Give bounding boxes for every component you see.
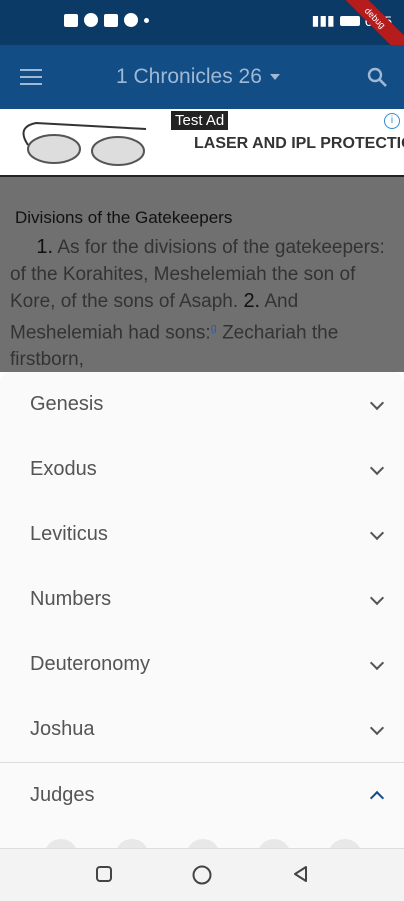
notification-circle-icon xyxy=(124,13,138,27)
whatsapp-icon xyxy=(84,13,98,27)
chevron-down-icon xyxy=(369,590,385,605)
square-icon[interactable] xyxy=(94,864,114,884)
book-selector-sheet: Genesis Exodus Leviticus Numbers Deutero… xyxy=(0,372,404,852)
page-title: 1 Chronicles 26 xyxy=(116,65,262,88)
book-row-leviticus[interactable]: Leviticus xyxy=(0,502,404,567)
book-label: Leviticus xyxy=(30,523,108,545)
verse-number: 2. xyxy=(243,290,261,312)
book-row-genesis[interactable]: Genesis xyxy=(0,372,404,437)
goggles-image xyxy=(22,121,147,166)
ad-label: Test Ad xyxy=(171,111,229,130)
chevron-down-icon xyxy=(369,720,385,735)
more-notifications-icon xyxy=(144,17,149,23)
message-icon xyxy=(64,13,78,27)
book-label: Judges xyxy=(30,784,95,806)
book-row-numbers[interactable]: Numbers xyxy=(0,567,404,632)
book-row-exodus[interactable]: Exodus xyxy=(0,437,404,502)
book-label: Numbers xyxy=(30,588,112,610)
chevron-down-icon xyxy=(369,395,385,410)
facebook-icon xyxy=(104,13,118,27)
book-row-deuteronomy[interactable]: Deuteronomy xyxy=(0,632,404,697)
book-label: Deuteronomy xyxy=(30,653,151,675)
battery-icon xyxy=(339,15,360,26)
chapter-selector[interactable]: 1 Chronicles 26 xyxy=(116,65,280,89)
chevron-down-icon xyxy=(369,525,385,540)
section-title: Divisions of the Gatekeepers xyxy=(15,208,233,227)
menu-icon[interactable] xyxy=(20,69,42,85)
book-row-judges[interactable]: Judges xyxy=(0,763,404,828)
scripture-content: Divisions of the Gatekeepers 1. As for t… xyxy=(0,177,404,372)
verse-number: 1. xyxy=(36,236,54,258)
chevron-down-icon xyxy=(369,460,385,475)
caret-down-icon xyxy=(269,74,280,80)
system-nav-bar xyxy=(0,848,404,901)
ad-info-icon[interactable]: i xyxy=(384,113,400,129)
signal-icon: ▮▮▮ xyxy=(311,12,335,28)
status-bar: ▮▮▮ 6:05 debug xyxy=(0,0,404,63)
ad-headline: LASER AND IPL PROTECTION xyxy=(194,135,404,152)
triangle-back-icon[interactable] xyxy=(291,864,311,884)
circle-icon[interactable] xyxy=(191,864,213,886)
app-bar: 1 Chronicles 26 xyxy=(0,45,404,109)
notification-icons xyxy=(64,13,149,27)
book-row-joshua[interactable]: Joshua xyxy=(0,697,404,762)
verse-text: 1. As for the divisions of the gatekeepe… xyxy=(10,234,400,372)
chevron-up-icon xyxy=(369,790,385,805)
search-icon[interactable] xyxy=(366,66,388,88)
book-label: Joshua xyxy=(30,718,95,740)
chevron-down-icon xyxy=(369,655,385,670)
verse-body: As for the divisions of the gatekeepers:… xyxy=(10,237,385,312)
footnote-link[interactable]: g xyxy=(211,322,217,334)
book-label: Exodus xyxy=(30,458,97,480)
ad-banner[interactable]: Test Ad LASER AND IPL PROTECTION i xyxy=(0,109,404,177)
book-label: Genesis xyxy=(30,393,104,415)
